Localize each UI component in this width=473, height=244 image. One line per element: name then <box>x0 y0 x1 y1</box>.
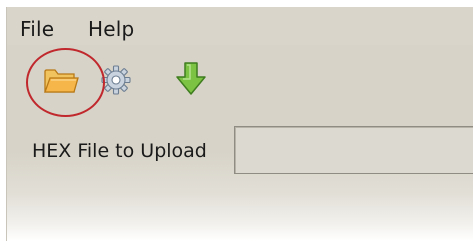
hex-file-input[interactable] <box>234 126 473 174</box>
menu-bar: File Help <box>7 7 473 45</box>
menu-help[interactable]: Help <box>88 17 134 41</box>
arrow-down-icon <box>176 62 206 95</box>
hex-file-label: HEX File to Upload <box>32 140 207 162</box>
folder-open-icon <box>44 69 79 93</box>
open-file-button[interactable] <box>43 65 79 95</box>
menu-file[interactable]: File <box>20 17 54 41</box>
upload-button[interactable] <box>174 61 208 97</box>
app-window: File Help HEX File to Upload <box>6 7 473 241</box>
gear-icon <box>101 65 131 95</box>
settings-button[interactable] <box>100 64 132 96</box>
